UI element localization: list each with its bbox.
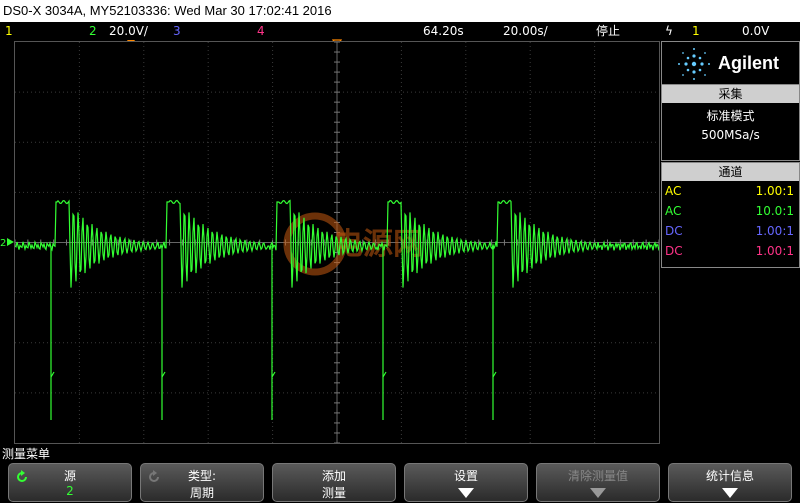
- channels-panel[interactable]: 通道 AC 1.00:1 AC 10.0:1 DC 1.00:1 DC 1.00…: [661, 162, 800, 268]
- channel-coupling: DC: [665, 224, 683, 238]
- softkey-settings[interactable]: 设置: [404, 463, 528, 502]
- channel-row-2[interactable]: AC 10.0:1: [662, 201, 799, 221]
- softkey-value: 周期: [189, 486, 214, 500]
- channel-row-1[interactable]: AC 1.00:1: [662, 181, 799, 201]
- menu-title: 测量菜单: [2, 447, 51, 461]
- softkey-source[interactable]: 源 2: [8, 463, 132, 502]
- channel-coupling: AC: [665, 204, 682, 218]
- ch2-ground-marker[interactable]: 2: [0, 236, 16, 250]
- channel-ratio: 10.0:1: [755, 204, 794, 218]
- channel-row-3[interactable]: DC 1.00:1: [662, 221, 799, 241]
- waveform-grid[interactable]: 电源网: [15, 42, 659, 443]
- brand-name: Agilent: [718, 53, 779, 73]
- softkey-type[interactable]: 类型: 周期: [140, 463, 264, 502]
- softkey-label: 添加: [321, 469, 346, 483]
- channel-row-4[interactable]: DC 1.00:1: [662, 241, 799, 261]
- softkey-add-measurement[interactable]: 添加 测量: [272, 463, 396, 502]
- softkey-value: 测量: [321, 486, 346, 500]
- right-panel: Agilent 采集 标准模式 500MSa/s 通道 AC 1.00:1 AC…: [661, 41, 800, 268]
- channel-ratio: 1.00:1: [755, 224, 794, 238]
- softkey-clear-measurements[interactable]: 清除测量值: [536, 463, 660, 502]
- softkey-label: 清除测量值: [567, 469, 628, 483]
- svg-text:2: 2: [0, 238, 6, 249]
- agilent-spark-icon: [678, 48, 710, 80]
- submenu-arrow-icon: [590, 488, 606, 498]
- softkey-value: 2: [66, 484, 74, 498]
- submenu-arrow-icon: [458, 488, 474, 498]
- softkey-bar: 源 2 类型: 周期 添加 测量 设置 清除测量值 统计信息: [0, 461, 800, 503]
- softkey-label: 类型:: [187, 469, 217, 483]
- title-bar-text: DS0-X 3034A, MY52103336: Wed Mar 30 17:0…: [3, 3, 332, 18]
- softkey-label: 设置: [453, 469, 478, 483]
- channel-coupling: DC: [665, 244, 683, 258]
- brand-box: Agilent: [661, 41, 800, 85]
- waveform-display[interactable]: 电源网: [14, 41, 660, 444]
- channel-coupling: AC: [665, 184, 682, 198]
- acquire-header: 采集: [662, 85, 799, 103]
- channel-ratio: 1.00:1: [755, 244, 794, 258]
- channel-ratio: 1.00:1: [755, 184, 794, 198]
- softkey-label: 源: [63, 469, 76, 483]
- acquire-mode: 标准模式: [706, 109, 755, 123]
- channels-header: 通道: [662, 163, 799, 181]
- softkey-statistics[interactable]: 统计信息: [668, 463, 792, 502]
- softkey-label: 统计信息: [705, 469, 754, 483]
- title-bar: DS0-X 3034A, MY52103336: Wed Mar 30 17:0…: [0, 0, 800, 22]
- acquire-panel[interactable]: 采集 标准模式 500MSa/s: [661, 84, 800, 161]
- submenu-arrow-icon: [722, 488, 738, 498]
- acquire-rate: 500MSa/s: [701, 128, 760, 142]
